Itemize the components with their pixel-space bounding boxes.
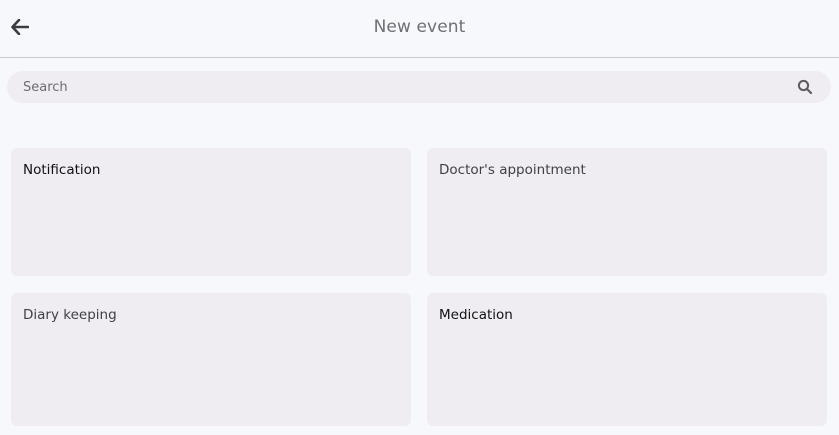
event-card-label: Doctor's appointment xyxy=(439,162,586,178)
event-card-label: Diary keeping xyxy=(23,307,117,323)
search-icon[interactable] xyxy=(797,79,813,95)
search-input[interactable] xyxy=(7,71,767,103)
page-title: New event xyxy=(373,17,466,37)
app-bar: New event xyxy=(0,0,839,58)
event-card-diary-keeping[interactable]: Diary keeping xyxy=(11,293,411,426)
event-card-doctors-appointment[interactable]: Doctor's appointment xyxy=(427,148,827,276)
event-card-notification[interactable]: Notification xyxy=(11,148,411,276)
event-card-medication[interactable]: Medication xyxy=(427,293,827,426)
search-bar xyxy=(7,71,831,103)
event-card-label: Notification xyxy=(23,162,101,178)
event-card-label: Medication xyxy=(439,307,513,323)
